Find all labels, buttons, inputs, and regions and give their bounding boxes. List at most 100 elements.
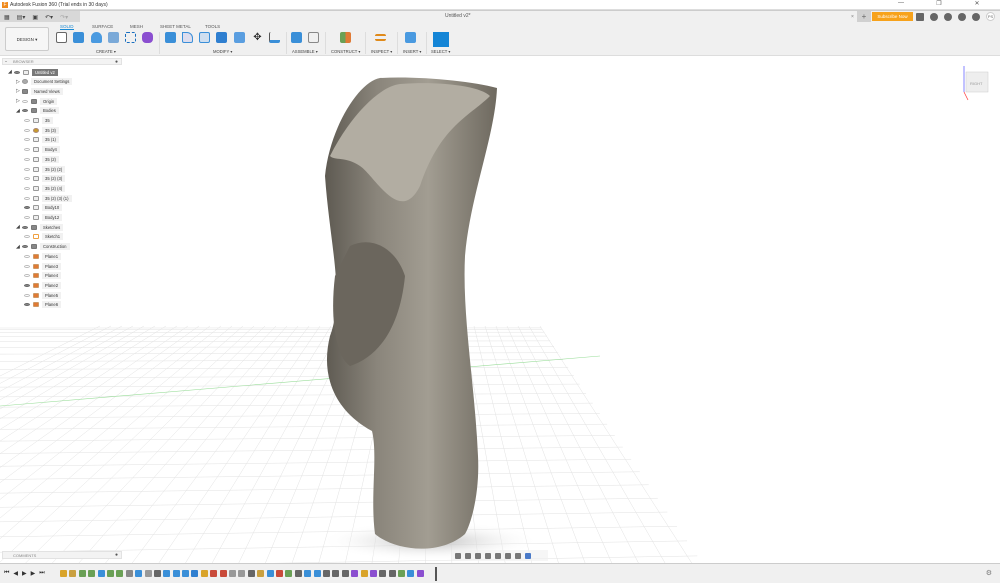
create-menu[interactable]: CREATE ▾ [96, 49, 116, 54]
canvas[interactable] [0, 56, 1000, 563]
visibility-eye-icon[interactable] [14, 70, 20, 74]
browser-node[interactable]: 35 (2) (3) (1) [24, 194, 72, 202]
view-cube[interactable]: RIGHT [960, 62, 990, 102]
redo-icon[interactable]: ↷▾ [60, 14, 68, 21]
timeline-feature-icon[interactable] [322, 570, 330, 577]
help-icon[interactable] [972, 12, 980, 21]
settings-icon[interactable]: ● [115, 552, 118, 559]
visibility-eye-icon[interactable] [24, 157, 30, 161]
timeline-feature-icon[interactable] [379, 570, 387, 577]
extensions-icon[interactable] [944, 12, 952, 21]
timeline-feature-icon[interactable] [78, 570, 86, 577]
select-icon[interactable] [433, 32, 449, 47]
timeline-feature-icon[interactable] [229, 570, 237, 577]
browser-node[interactable]: 35 (1) [24, 136, 59, 144]
timeline-feature-icon[interactable] [341, 570, 349, 577]
browser-node[interactable]: Plane6 [24, 301, 62, 309]
assemble-menu[interactable]: ASSEMBLE ▾ [292, 49, 318, 54]
browser-node[interactable]: Plane5 [24, 291, 62, 299]
timeline-feature-icon[interactable] [238, 570, 246, 577]
timeline-feature-icon[interactable] [257, 570, 265, 577]
timeline-marker[interactable] [435, 567, 437, 581]
close-tab-icon[interactable]: × [851, 14, 854, 20]
timeline-feature-icon[interactable] [360, 570, 368, 577]
visibility-eye-icon[interactable] [24, 119, 30, 122]
offset-plane-icon[interactable] [340, 32, 351, 43]
timeline-feature-icon[interactable] [285, 570, 293, 577]
browser-node[interactable]: 35 [24, 117, 53, 125]
timeline-feature-icon[interactable] [182, 570, 190, 577]
browser-node[interactable]: ◢ Construction [16, 243, 70, 251]
undo-icon[interactable]: ↶▾ [45, 14, 53, 21]
zoom-icon[interactable] [485, 552, 491, 559]
visibility-eye-icon[interactable] [24, 148, 30, 152]
go-to-end-button[interactable]: ⏭ [39, 570, 44, 577]
timeline-feature-icon[interactable] [88, 570, 96, 577]
fit-icon[interactable] [495, 552, 501, 559]
browser-node[interactable]: 35 (2) [24, 155, 59, 163]
align-icon[interactable] [269, 32, 280, 43]
insert-menu[interactable]: INSERT ▾ [403, 49, 421, 54]
timeline-feature-icon[interactable] [144, 570, 152, 577]
timeline-feature-icon[interactable] [407, 570, 415, 577]
browser-node[interactable]: Body4 [24, 146, 60, 154]
browser-node[interactable]: Sketch1 [24, 233, 64, 241]
browser-node[interactable]: Plane4 [24, 272, 62, 280]
restore-button[interactable]: ❐ [920, 0, 958, 7]
play-button[interactable]: ▶ [22, 570, 27, 577]
browser-node[interactable]: ◢ Sketches [16, 223, 64, 231]
rectangle-pattern-icon[interactable] [125, 32, 136, 43]
tab-solid[interactable]: SOLID [60, 24, 74, 30]
timeline-feature-icon[interactable] [200, 570, 208, 577]
timeline-feature-icon[interactable] [116, 570, 124, 577]
browser-node[interactable]: ▷ Named Views [16, 87, 63, 95]
construct-menu[interactable]: CONSTRUCT ▾ [331, 49, 360, 54]
timeline-feature-icon[interactable] [153, 570, 161, 577]
browser-node[interactable]: Plane3 [24, 262, 62, 270]
timeline-feature-icon[interactable] [275, 570, 283, 577]
timeline-feature-icon[interactable] [332, 570, 340, 577]
browser-node[interactable]: 35 (3) [24, 126, 59, 134]
timeline-feature-icon[interactable] [135, 570, 143, 577]
orbit-icon[interactable] [455, 552, 461, 559]
timeline-feature-icon[interactable] [125, 570, 133, 577]
combine-icon[interactable] [216, 32, 227, 43]
chat-icon[interactable] [916, 12, 924, 21]
form-icon[interactable] [142, 32, 153, 43]
timeline-feature-icon[interactable] [416, 570, 424, 577]
create-sketch-icon[interactable] [56, 32, 67, 43]
joint-icon[interactable] [308, 32, 319, 43]
visibility-eye-icon[interactable] [24, 167, 30, 171]
timeline-feature-icon[interactable] [294, 570, 302, 577]
new-component-icon[interactable] [291, 32, 302, 43]
notifications-icon[interactable] [958, 12, 966, 21]
timeline-feature-icon[interactable] [163, 570, 171, 577]
browser-node[interactable]: 35 (2) (2) [24, 165, 66, 173]
browser-node[interactable]: ▷ Document Settings [16, 78, 73, 86]
timeline-feature-icon[interactable] [219, 570, 227, 577]
view-cube-face-label[interactable]: RIGHT [970, 81, 982, 86]
visibility-eye-icon[interactable] [24, 138, 30, 142]
browser-node[interactable]: ▷ Origin [16, 97, 58, 105]
visibility-eye-icon[interactable] [24, 254, 30, 258]
grid-settings-icon[interactable] [515, 552, 521, 559]
visibility-eye-icon[interactable] [22, 225, 28, 229]
browser-node[interactable]: Body10 [24, 204, 63, 212]
minimize-button[interactable]: — [882, 0, 920, 7]
tab-tools[interactable]: TOOLS [205, 24, 220, 29]
browser-node[interactable]: 35 (2) (4) [24, 184, 66, 192]
tab-mesh[interactable]: MESH [130, 24, 143, 29]
data-panel-icon[interactable]: ▦ [4, 14, 10, 21]
revolve-icon[interactable] [91, 32, 102, 43]
timeline-feature-icon[interactable] [106, 570, 114, 577]
browser-node[interactable]: 35 (2) (3) [24, 175, 66, 183]
document-tab[interactable]: Untitled v2* [445, 13, 471, 19]
timeline-feature-icon[interactable] [247, 570, 255, 577]
timeline-settings-icon[interactable]: ⚙ [986, 569, 992, 577]
visibility-eye-icon[interactable] [24, 293, 30, 297]
3d-viewport[interactable] [0, 56, 1000, 563]
collapse-icon[interactable]: - [5, 59, 7, 65]
file-menu-icon[interactable]: ▤▾ [17, 14, 26, 21]
timeline-feature-icon[interactable] [398, 570, 406, 577]
close-button[interactable]: ✕ [958, 0, 996, 7]
